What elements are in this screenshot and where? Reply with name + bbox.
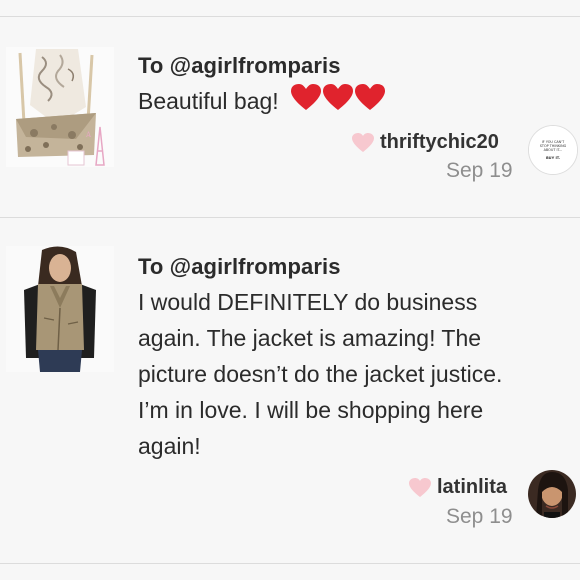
bottom-divider (0, 563, 580, 564)
listing-thumbnail[interactable] (6, 246, 114, 372)
recipient-line[interactable]: To @agirlfromparis (138, 53, 341, 79)
review-text-line: I would DEFINITELY do business (138, 289, 478, 315)
review-message: Beautiful bag! (138, 83, 386, 122)
review-text-line: again! (138, 433, 201, 459)
review-message: I would DEFINITELY do business again. Th… (138, 284, 502, 464)
red-heart-emoji-icon (291, 83, 386, 122)
author-username[interactable]: thriftychic20 (380, 131, 499, 154)
heart-icon (409, 477, 431, 497)
author-username[interactable]: latinlita (437, 476, 507, 499)
review-card: A To @agirlfromparis Beautiful bag! thri… (0, 17, 580, 217)
author-row: thriftychic20 (352, 131, 499, 154)
review-date: Sep 19 (446, 159, 513, 182)
svg-text:ABOUT IT...: ABOUT IT... (544, 148, 563, 152)
review-text-line: again. The jacket is amazing! The (138, 325, 482, 351)
svg-text:A: A (85, 131, 92, 139)
snakeskin-bag-icon: A (6, 47, 114, 167)
svg-text:BUY IT.: BUY IT. (546, 156, 560, 160)
listing-thumbnail[interactable]: A (6, 47, 114, 167)
review-text-line: picture doesn’t do the jacket justice. (138, 361, 503, 387)
moto-jacket-icon (6, 246, 114, 372)
quote-avatar-icon: IF YOU CAN'T STOP THINKING ABOUT IT... B… (529, 126, 577, 174)
user-photo-icon (528, 470, 576, 518)
avatar[interactable] (528, 470, 576, 518)
heart-icon (352, 132, 374, 152)
review-date: Sep 19 (446, 505, 513, 528)
author-row: latinlita (409, 476, 507, 499)
review-text-line: I’m in love. I will be shopping here (138, 397, 484, 423)
avatar[interactable]: IF YOU CAN'T STOP THINKING ABOUT IT... B… (528, 125, 578, 175)
recipient-line[interactable]: To @agirlfromparis (138, 254, 341, 280)
review-text: Beautiful bag! (138, 88, 279, 114)
review-card: To @agirlfromparis I would DEFINITELY do… (0, 218, 580, 563)
